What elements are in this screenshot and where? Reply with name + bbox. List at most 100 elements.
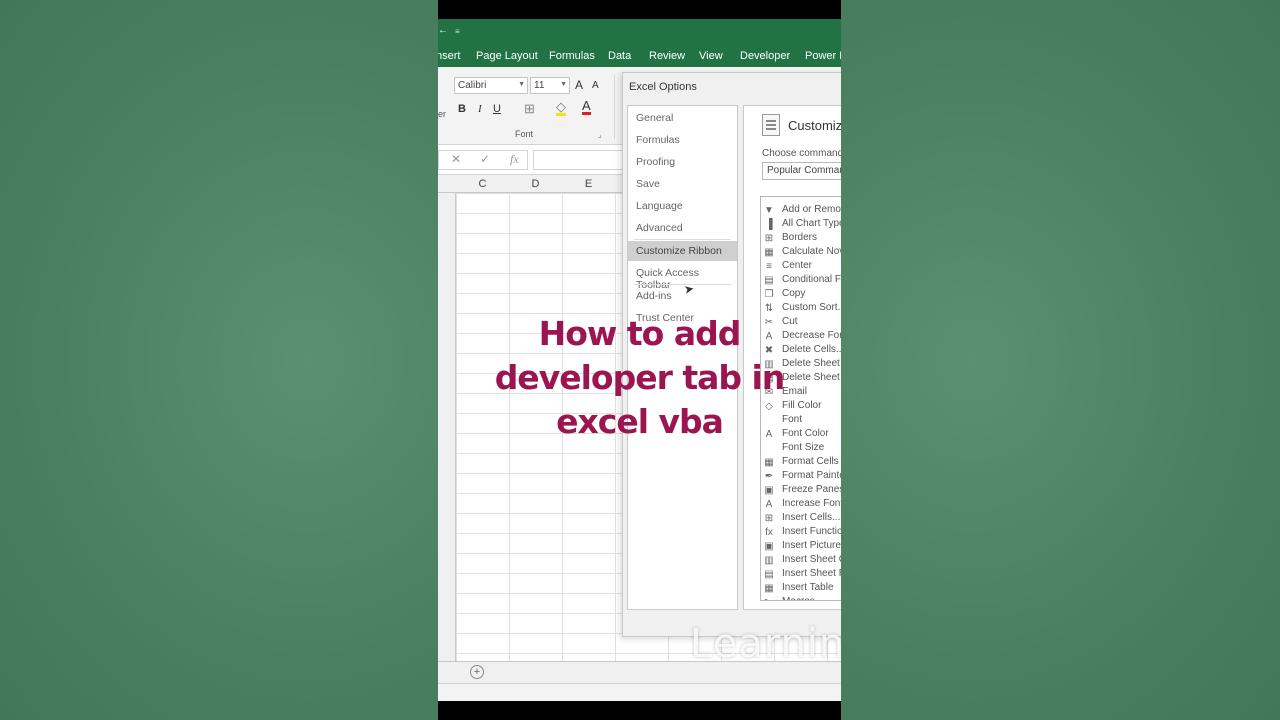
command-label: Macros (782, 596, 815, 600)
caption-line-2: developer tab in (494, 358, 786, 397)
command-item[interactable]: ✒ Format Painte (761, 470, 841, 484)
filter-icon: ▼ (764, 205, 774, 216)
column-header-c[interactable]: C (456, 178, 509, 190)
command-label: Insert Picture (782, 540, 841, 551)
choose-commands-select[interactable]: Popular Command (762, 162, 841, 180)
command-label: Format Painte (782, 470, 841, 481)
fill-color-icon[interactable]: ◇ (556, 100, 566, 116)
command-item[interactable]: Font Size (761, 442, 841, 456)
tab-power-pivot[interactable]: Power Pi (805, 50, 841, 62)
nav-add-ins[interactable]: Add-ins (628, 286, 737, 306)
command-label: Calculate Nov (782, 246, 841, 257)
nav-formulas[interactable]: Formulas (628, 130, 737, 150)
tab-insert[interactable]: nsert (438, 50, 460, 62)
font-name-select[interactable]: Calibri ▼ (454, 77, 528, 94)
command-item[interactable]: ▦ Insert Table (761, 582, 841, 596)
dialog-launcher-icon[interactable]: ⌟ (598, 130, 602, 139)
blurred-background-right (841, 0, 1280, 720)
chart-icon: ▐ (765, 219, 773, 230)
command-item[interactable]: ❐ Copy (761, 288, 841, 302)
command-item[interactable]: ▤ Insert Sheet R (761, 568, 841, 582)
customize-ribbon-icon (762, 114, 780, 136)
nav-save[interactable]: Save (628, 174, 737, 194)
italic-button[interactable]: I (478, 103, 482, 115)
insert-sheet-columns-icon: ▥ (764, 555, 774, 566)
command-label: Format Cells (782, 456, 839, 467)
command-item[interactable]: A Increase Font (761, 498, 841, 512)
enter-icon[interactable]: ✓ (480, 152, 490, 166)
caption-line-3: excel vba (556, 402, 724, 441)
chevron-down-icon: ▼ (560, 81, 567, 88)
chevron-down-icon: ▼ (518, 81, 525, 88)
command-label: Insert Table (782, 582, 834, 593)
insert-cells-icon: ⊞ (764, 513, 774, 524)
format-painter-icon: ✒ (764, 471, 774, 482)
tab-page-layout[interactable]: Page Layout (476, 50, 538, 62)
bold-button[interactable]: B (458, 103, 466, 115)
borders-icon[interactable]: ⊞ (524, 101, 535, 117)
command-item[interactable]: ▼ Add or Remo (761, 204, 841, 218)
command-item[interactable]: ▐ All Chart Type (761, 218, 841, 232)
command-item[interactable]: ▣ Freeze Panes (761, 484, 841, 498)
blurred-background-left (0, 0, 438, 720)
macros-icon: ▶ (763, 597, 775, 600)
nav-proofing[interactable]: Proofing (628, 152, 737, 172)
nav-quick-access-toolbar[interactable]: Quick Access Toolbar (628, 263, 737, 291)
font-group-label: Font (515, 129, 534, 139)
command-item[interactable]: fx Insert Functio (761, 526, 841, 540)
pane-title: Customize (788, 118, 841, 133)
format-cells-icon: ▦ (764, 457, 774, 468)
ribbon-tabs: nsert Page Layout Formulas Data Review V… (438, 45, 841, 67)
increase-font-icon: A (765, 499, 773, 510)
column-header-d[interactable]: D (509, 178, 562, 190)
underline-button[interactable]: U (493, 103, 501, 115)
nav-general[interactable]: General (628, 108, 737, 128)
command-item[interactable]: ▣ Insert Picture (761, 540, 841, 554)
nav-customize-ribbon[interactable]: Customize Ribbon (628, 241, 737, 261)
mouse-cursor-icon: ➤ (682, 281, 696, 297)
command-item[interactable]: ▦ Format Cells (761, 456, 841, 470)
ribbon-group-divider (614, 75, 615, 139)
font-size-select[interactable]: 11 ▼ (530, 77, 570, 94)
cancel-icon[interactable]: ✕ (451, 152, 461, 166)
font-color-icon[interactable]: A (582, 99, 591, 115)
tab-review[interactable]: Review (649, 50, 685, 62)
tab-data[interactable]: Data (608, 50, 631, 62)
command-item[interactable]: ▶ Macros (761, 596, 841, 600)
command-item[interactable]: ▤ Conditional Fo (761, 274, 841, 288)
command-label: Conditional Fo (782, 274, 841, 285)
column-header-e[interactable]: E (562, 178, 615, 190)
command-item[interactable]: ≡ Center (761, 260, 841, 274)
command-item[interactable]: ⊞ Borders (761, 232, 841, 246)
channel-watermark: Learnin (690, 621, 841, 667)
command-label: Center (782, 260, 813, 271)
choose-commands-label: Choose commands (762, 148, 841, 159)
font-name-value: Calibri (458, 80, 487, 91)
command-item[interactable]: ▦ Calculate Nov (761, 246, 841, 260)
insert-picture-icon: ▣ (764, 541, 774, 552)
command-label: Insert Functio (782, 526, 841, 537)
clipboard-group-fragment: er (438, 109, 447, 119)
command-label: All Chart Type (782, 218, 841, 229)
video-caption: How to add developer tab in excel vba (438, 312, 841, 444)
tab-developer[interactable]: Developer (740, 50, 790, 62)
quick-access-icon[interactable]: ← (438, 25, 448, 36)
nav-advanced[interactable]: Advanced (628, 218, 737, 238)
nav-language[interactable]: Language (628, 196, 737, 216)
increase-font-size-icon[interactable]: A (575, 78, 583, 92)
command-label: Increase Font (782, 498, 841, 509)
decrease-font-size-icon[interactable]: A (592, 80, 599, 91)
add-sheet-button[interactable]: + (470, 665, 484, 679)
calculator-icon: ▦ (764, 247, 774, 258)
status-bar (438, 683, 841, 701)
caption-line-1: How to add (538, 314, 742, 353)
command-item[interactable]: ⊞ Insert Cells... (761, 512, 841, 526)
tab-view[interactable]: View (699, 50, 723, 62)
quick-access-dropdown-icon[interactable]: ≡ (455, 27, 460, 36)
command-label: Add or Remo (782, 204, 841, 215)
insert-sheet-rows-icon: ▤ (764, 569, 774, 580)
command-item[interactable]: ▥ Insert Sheet C (761, 554, 841, 568)
copy-icon: ❐ (764, 289, 774, 300)
insert-function-icon[interactable]: fx (510, 152, 519, 167)
tab-formulas[interactable]: Formulas (549, 50, 595, 62)
